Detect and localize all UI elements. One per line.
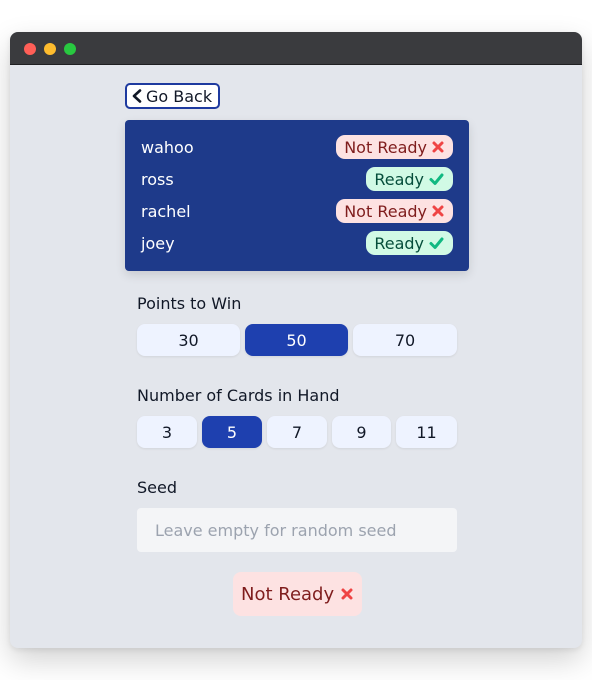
points-to-win-label: Points to Win: [137, 294, 242, 313]
player-status-label: Not Ready: [344, 201, 427, 221]
go-back-label: Go Back: [146, 86, 213, 106]
app-window: Go Back wahoo Not Ready ross Ready rache…: [10, 32, 582, 648]
player-row: ross Ready: [141, 167, 453, 191]
chevron-left-icon: [132, 89, 142, 103]
cross-icon: [432, 141, 444, 153]
player-row: joey Ready: [141, 231, 453, 255]
player-name: ross: [141, 169, 174, 189]
player-status-badge: Not Ready: [336, 135, 453, 159]
player-row: rachel Not Ready: [141, 199, 453, 223]
ready-toggle-button[interactable]: Not Ready: [233, 572, 363, 616]
points-option-30[interactable]: 30: [137, 324, 240, 356]
cards-option-3[interactable]: 3: [137, 416, 197, 448]
player-status-badge: Not Ready: [336, 199, 453, 223]
player-list: wahoo Not Ready ross Ready rachel Not Re…: [125, 120, 469, 271]
points-option-70[interactable]: 70: [353, 324, 457, 356]
check-icon: [429, 173, 444, 185]
cards-option-9[interactable]: 9: [332, 416, 391, 448]
cards-option-7[interactable]: 7: [267, 416, 327, 448]
player-status-label: Ready: [374, 169, 424, 189]
seed-input[interactable]: [137, 508, 457, 552]
go-back-button[interactable]: Go Back: [125, 83, 221, 109]
points-to-win-selector: 30 50 70: [137, 324, 457, 356]
check-icon: [429, 237, 444, 249]
cross-icon: [432, 205, 444, 217]
cards-option-11[interactable]: 11: [396, 416, 457, 448]
minimize-window-button[interactable]: [44, 43, 56, 55]
close-window-button[interactable]: [24, 43, 36, 55]
ready-toggle-label: Not Ready: [241, 583, 335, 605]
player-status-badge: Ready: [366, 231, 453, 255]
player-row: wahoo Not Ready: [141, 135, 453, 159]
maximize-window-button[interactable]: [64, 43, 76, 55]
points-option-50[interactable]: 50: [245, 324, 348, 356]
player-status-label: Not Ready: [344, 137, 427, 157]
player-name: joey: [141, 233, 175, 253]
player-name: wahoo: [141, 137, 194, 157]
seed-label: Seed: [137, 478, 177, 497]
player-status-badge: Ready: [366, 167, 453, 191]
cards-in-hand-label: Number of Cards in Hand: [137, 386, 340, 405]
cross-icon: [341, 588, 353, 600]
cards-option-5[interactable]: 5: [202, 416, 262, 448]
cards-in-hand-selector: 3 5 7 9 11: [137, 416, 457, 448]
player-name: rachel: [141, 201, 191, 221]
player-status-label: Ready: [374, 233, 424, 253]
title-bar: [10, 32, 582, 65]
